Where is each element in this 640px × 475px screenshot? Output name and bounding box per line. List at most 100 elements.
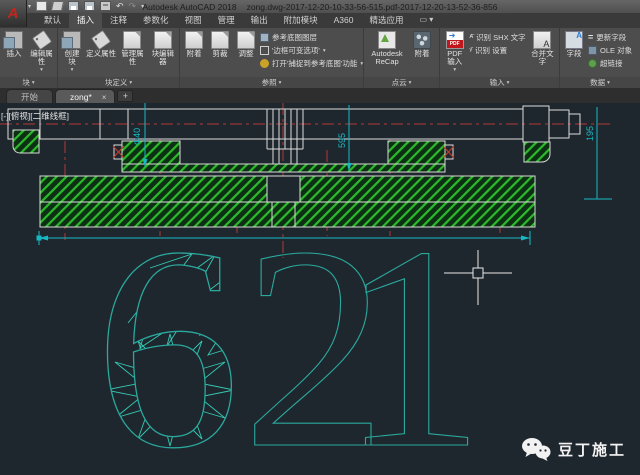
app-menu-caret-icon[interactable]: ▾ — [28, 3, 31, 10]
edit-attribute-icon — [31, 30, 51, 50]
manage-attributes-button[interactable]: 管理属性 — [118, 30, 146, 67]
quick-access-toolbar: ↶ ↷ ▾ — [36, 1, 144, 11]
dimension-text-dia: Φ40 — [132, 128, 142, 145]
recognition-settings-button[interactable]: ᵞ̈ 识别 设置 — [469, 45, 525, 56]
ribbon-tab-bar: 默认 插入 注释 参数化 视图 管理 输出 附加模块 A360 精选应用 ▭ ▾ — [0, 13, 640, 28]
cad-drawing: 6 — [0, 103, 640, 475]
pdf-import-button[interactable]: PDF 输入 ▾ — [442, 30, 467, 75]
clip-icon — [211, 31, 229, 49]
chevron-down-icon: ▾ — [129, 80, 132, 86]
wechat-icon — [521, 437, 551, 461]
recognize-shx-icon: ᴬ̈ — [469, 33, 473, 42]
app-title: Autodesk AutoCAD 2018 — [143, 2, 237, 12]
adjust-label: 调整 — [239, 50, 254, 58]
save-icon[interactable] — [68, 1, 79, 11]
hyperlink-button[interactable]: 超链接 — [588, 58, 632, 69]
dimension-text-195: 195 — [585, 126, 595, 141]
autodesk-recap-button[interactable]: Autodesk ReCap — [366, 30, 408, 67]
point-cloud-attach-label: 附着 — [415, 50, 430, 58]
panel-label-import[interactable]: 输入▾ — [440, 77, 559, 88]
underlay-layers-icon — [260, 33, 269, 42]
edit-attribute-label: 编辑属性 — [28, 50, 56, 66]
new-tab-button[interactable]: + — [117, 90, 133, 102]
tab-annotate[interactable]: 注释 — [102, 13, 135, 28]
dimension-text-621: 6 2 1 — [95, 187, 485, 475]
section-outlines — [8, 106, 580, 165]
panel-label-reference[interactable]: 参照▾ — [180, 77, 363, 88]
chevron-down-icon: ▾ — [607, 80, 610, 86]
tab-home[interactable]: 默认 — [36, 13, 69, 28]
adjust-button[interactable]: 调整 — [234, 30, 258, 59]
panel-label-block[interactable]: 块▾ — [0, 77, 57, 88]
dimension-text-595: 595 — [337, 133, 347, 148]
viewport-controls[interactable]: [-][俯视][二维线框] — [1, 110, 69, 122]
new-file-icon[interactable] — [36, 1, 47, 11]
tab-addins[interactable]: 附加模块 — [276, 13, 326, 28]
qat-customize-caret-icon[interactable]: ▾ — [141, 3, 144, 10]
open-file-icon[interactable] — [51, 1, 64, 11]
save-as-icon[interactable] — [84, 1, 95, 11]
attach-icon — [185, 31, 203, 49]
panel-block: 插入 编辑属性 ▾ 块▾ — [0, 28, 58, 88]
tab-view[interactable]: 视图 — [177, 13, 210, 28]
attach-label: 附着 — [187, 50, 202, 58]
plot-icon[interactable] — [100, 1, 111, 11]
redo-icon[interactable]: ↷ — [129, 1, 137, 11]
tab-parametric[interactable]: 参数化 — [135, 13, 177, 28]
autocad-window: Autodesk AutoCAD 2018 zong.dwg-2017-12-20… — [0, 0, 640, 475]
define-attributes-button[interactable]: 定义属性 — [86, 30, 116, 59]
attach-button[interactable]: 附着 — [182, 30, 206, 59]
chevron-down-icon: ▾ — [507, 80, 510, 86]
recognize-shx-text-button[interactable]: ᴬ̈ 识别 SHX 文字 — [469, 32, 525, 43]
update-field-icon: = — [588, 33, 593, 42]
tab-featured-apps[interactable]: 精选应用 — [361, 13, 411, 28]
frame-option-button[interactable]: '边框可变选项' ▾ — [260, 45, 363, 56]
underlay-layers-button[interactable]: 参考底图图层 — [260, 32, 363, 43]
undo-icon[interactable]: ↶ — [116, 1, 124, 11]
panel-label-data[interactable]: 数据▾ — [560, 77, 640, 88]
panel-label-block-definition[interactable]: 块定义▾ — [58, 77, 179, 88]
ribbon: 插入 编辑属性 ▾ 块▾ 创建块 ▾ — [0, 28, 640, 88]
file-tab-start[interactable]: 开始 — [6, 89, 53, 103]
edit-attribute-button[interactable]: 编辑属性 ▾ — [28, 30, 55, 75]
panel-import: PDF 输入 ▾ ᴬ̈ 识别 SHX 文字 ᵞ̈ 识别 设置 合并文字 — [440, 28, 560, 88]
digit-6: 6 — [95, 187, 240, 475]
block-editor-button[interactable]: 块编辑器 — [149, 30, 177, 67]
clip-label: 剪裁 — [213, 50, 228, 58]
point-cloud-attach-button[interactable]: 附着 — [410, 30, 434, 59]
application-menu-button[interactable]: A — [0, 0, 27, 27]
snap-to-underlay-button[interactable]: 打开'捕捉到参考底图'功能 ▾ — [260, 58, 363, 69]
adjust-icon — [237, 31, 255, 49]
ribbon-display-toggle-icon[interactable]: ▭ ▾ — [420, 13, 434, 28]
tab-manage[interactable]: 管理 — [210, 13, 243, 28]
ole-object-icon — [588, 46, 597, 55]
field-button[interactable]: 字段 — [562, 30, 586, 59]
pdf-import-label: PDF 输入 — [443, 50, 467, 66]
document-title: zong.dwg-2017-12-20-10-33-56-515.pdf-201… — [247, 2, 498, 12]
model-space-canvas[interactable]: [-][俯视][二维线框] 6 — [0, 103, 640, 475]
clip-button[interactable]: 剪裁 — [208, 30, 232, 59]
chevron-down-icon: ▾ — [32, 80, 35, 86]
field-icon — [565, 31, 583, 49]
combine-text-button[interactable]: 合并文字 — [528, 30, 557, 67]
combine-text-icon — [533, 31, 551, 49]
panel-label-point-cloud[interactable]: 点云▾ — [364, 77, 439, 88]
frame-option-icon — [260, 46, 269, 55]
insert-block-button[interactable]: 插入 — [2, 30, 26, 59]
tab-a360[interactable]: A360 — [326, 13, 362, 28]
digit-1: 1 — [340, 187, 485, 475]
close-tab-icon[interactable]: × — [102, 93, 107, 102]
ole-object-button[interactable]: OLE 对象 — [588, 45, 632, 56]
tab-output[interactable]: 输出 — [243, 13, 276, 28]
recognition-settings-icon: ᵞ̈ — [469, 46, 472, 55]
panel-reference: 附着 剪裁 调整 参考底图图层 '边框可变 — [180, 28, 364, 88]
insert-block-icon — [5, 31, 23, 49]
recap-icon — [378, 31, 396, 49]
point-cloud-attach-icon — [413, 31, 431, 49]
tab-insert[interactable]: 插入 — [69, 13, 102, 28]
create-block-button[interactable]: 创建块 ▾ — [60, 30, 84, 75]
watermark: 豆丁施工 — [521, 437, 626, 461]
manage-attributes-label: 管理属性 — [118, 50, 146, 66]
file-tab-zong[interactable]: zong*× — [55, 89, 115, 103]
update-field-button[interactable]: = 更新字段 — [588, 32, 632, 43]
